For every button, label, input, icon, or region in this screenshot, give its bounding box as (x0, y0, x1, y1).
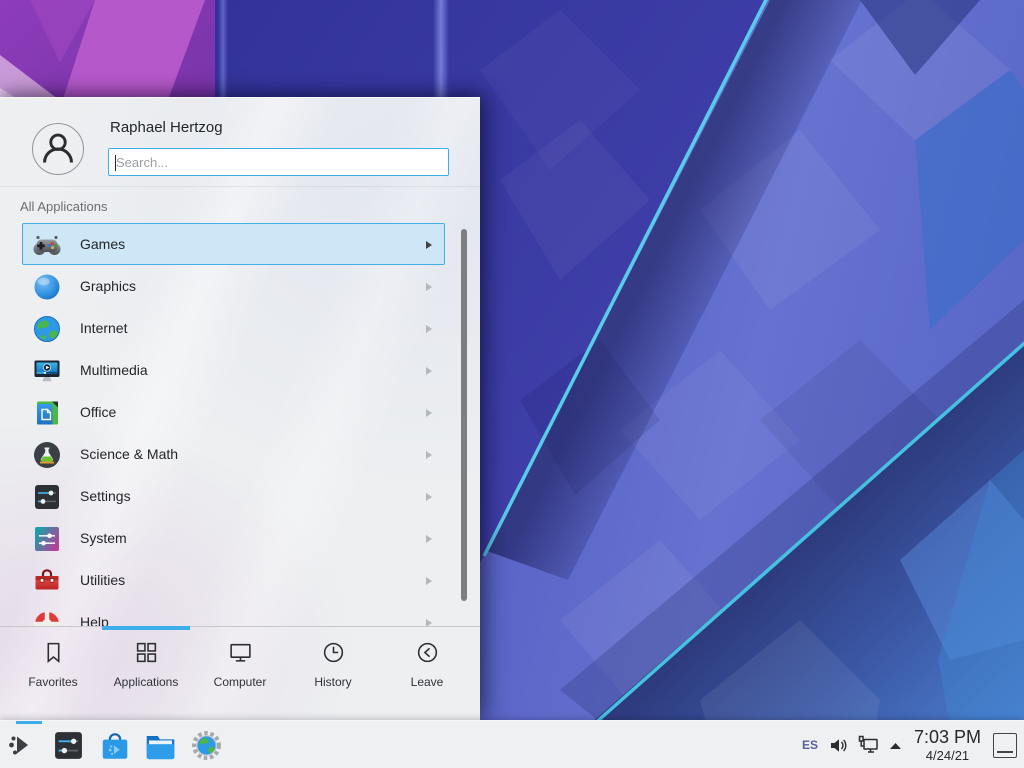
clock-icon (321, 640, 346, 665)
category-label: Graphics (80, 278, 136, 294)
gamepad-icon (32, 230, 62, 260)
category-list: Games Graphics (0, 223, 480, 626)
category-row-science-math[interactable]: Science & Math (22, 433, 445, 475)
scrollbar[interactable] (461, 229, 467, 601)
clock-time: 7:03 PM (914, 728, 981, 746)
category-label: Help (80, 614, 109, 626)
sphere-icon (32, 272, 62, 302)
category-label: System (80, 530, 127, 546)
tab-computer[interactable]: Computer (192, 640, 288, 689)
sliders-gradient-icon (32, 524, 62, 554)
submenu-arrow-icon (426, 535, 432, 543)
category-label: Settings (80, 488, 131, 504)
category-row-internet[interactable]: Internet (22, 307, 445, 349)
media-player-icon (32, 356, 62, 386)
volume-icon[interactable] (829, 736, 848, 755)
section-label: All Applications (20, 199, 107, 214)
expand-tray-caret-icon[interactable] (889, 741, 902, 750)
system-tray: ES 7:03 PM 4/24/21 (802, 721, 1024, 768)
header-separator (0, 186, 480, 187)
menu-tab-bar: Favorites Applications (0, 626, 480, 721)
category-row-help[interactable]: Help (22, 601, 445, 626)
category-row-office[interactable]: Office (22, 391, 445, 433)
category-label: Science & Math (80, 446, 178, 462)
digital-clock[interactable]: 7:03 PM 4/24/21 (914, 728, 981, 762)
category-row-graphics[interactable]: Graphics (22, 265, 445, 307)
sliders-dark-icon (32, 482, 62, 512)
launcher-active-indicator (16, 721, 42, 724)
toolbox-icon (32, 566, 62, 596)
show-desktop-glyph (997, 751, 1013, 753)
submenu-arrow-icon (426, 619, 432, 626)
submenu-arrow-icon (426, 451, 432, 459)
user-name: Raphael Hertzog (110, 119, 223, 136)
category-label: Multimedia (80, 362, 148, 378)
category-row-games[interactable]: Games (22, 223, 445, 265)
text-caret (115, 155, 116, 171)
active-tab-indicator (102, 626, 190, 630)
monitor-icon (228, 640, 253, 665)
search-box (108, 148, 449, 176)
grid-icon (134, 640, 159, 665)
system-settings-icon[interactable] (53, 730, 84, 761)
lifebuoy-icon (32, 608, 62, 626)
submenu-arrow-icon (426, 241, 432, 249)
network-icon[interactable] (858, 735, 879, 755)
category-label: Games (80, 236, 125, 252)
leave-icon (415, 640, 440, 665)
submenu-arrow-icon (426, 577, 432, 585)
submenu-arrow-icon (426, 283, 432, 291)
bookmark-icon (41, 640, 66, 665)
keyboard-layout-indicator[interactable]: ES (802, 738, 818, 752)
show-desktop-button[interactable] (993, 733, 1017, 758)
taskbar-panel: ES 7:03 PM 4/24/21 (0, 720, 1024, 768)
tab-label: Favorites (5, 675, 101, 689)
flask-icon (32, 440, 62, 470)
web-browser-icon[interactable] (191, 730, 222, 761)
tab-bar-separator (0, 626, 480, 627)
tab-history[interactable]: History (285, 640, 381, 689)
submenu-arrow-icon (426, 493, 432, 501)
category-row-multimedia[interactable]: Multimedia (22, 349, 445, 391)
documents-icon (32, 398, 62, 428)
submenu-arrow-icon (426, 409, 432, 417)
category-row-settings[interactable]: Settings (22, 475, 445, 517)
tab-favorites[interactable]: Favorites (5, 640, 101, 689)
application-launcher-menu: Raphael Hertzog All Applications (0, 97, 480, 720)
user-avatar[interactable] (32, 123, 84, 175)
category-row-system[interactable]: System (22, 517, 445, 559)
tab-label: Leave (379, 675, 475, 689)
category-label: Office (80, 404, 116, 420)
category-label: Utilities (80, 572, 125, 588)
desktop: Raphael Hertzog All Applications (0, 0, 1024, 768)
category-row-utilities[interactable]: Utilities (22, 559, 445, 601)
discover-software-center-icon[interactable] (99, 730, 131, 762)
tab-label: History (285, 675, 381, 689)
submenu-arrow-icon (426, 325, 432, 333)
category-label: Internet (80, 320, 127, 336)
submenu-arrow-icon (426, 367, 432, 375)
application-launcher-icon[interactable] (7, 730, 37, 760)
tab-leave[interactable]: Leave (379, 640, 475, 689)
tab-label: Computer (192, 675, 288, 689)
clock-date: 4/24/21 (914, 749, 981, 762)
search-input[interactable] (109, 149, 448, 175)
file-manager-icon[interactable] (144, 730, 177, 763)
tab-label: Applications (98, 675, 194, 689)
globe-icon (32, 314, 62, 344)
tab-applications[interactable]: Applications (98, 640, 194, 689)
